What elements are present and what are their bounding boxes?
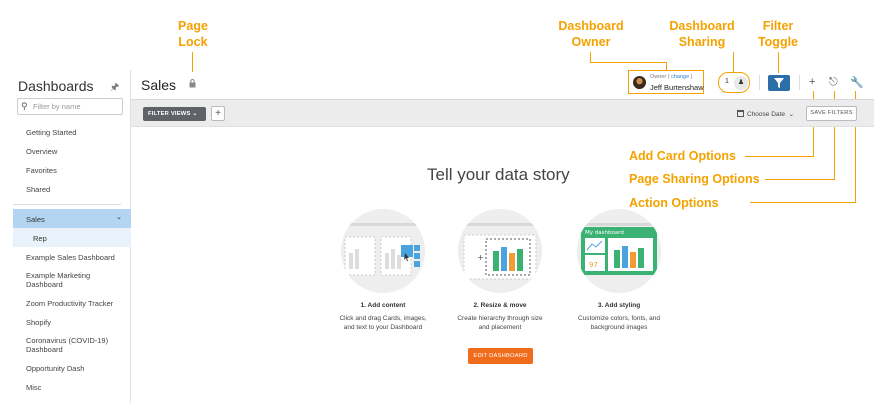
calendar-icon: [737, 110, 744, 117]
pin-icon[interactable]: 🖈: [110, 80, 119, 97]
callout-page-lock: Page Lock: [178, 19, 208, 49]
step-title: 2. Resize & move: [473, 302, 527, 309]
save-filters-button[interactable]: SAVE FILTERS: [806, 106, 857, 121]
empty-state-headline: Tell your data story: [427, 165, 570, 184]
sidebar-item-label: Sales: [26, 215, 45, 224]
styling-card-title: My dashboard: [585, 230, 624, 236]
sidebar-item-favorites[interactable]: Favorites: [26, 166, 57, 175]
callout-add-card-line-h: [745, 156, 814, 157]
callout-action-options: Action Options: [629, 196, 719, 210]
sidebar-item-rep[interactable]: Rep: [13, 228, 131, 247]
sidebar-item-shopify[interactable]: Shopify: [26, 318, 51, 327]
step-description: Create hierarchy through size and placem…: [457, 315, 543, 331]
filter-bar: FILTER VIEWS ⌄ + Choose Date ⌄ SAVE FILT…: [131, 99, 874, 127]
choose-date-button[interactable]: Choose Date ⌄: [737, 110, 794, 118]
chevron-down-icon[interactable]: ⌄: [116, 213, 122, 221]
sidebar-item-label: Rep: [33, 234, 47, 243]
step-title: 3. Add styling: [597, 302, 641, 309]
dashboard-sharing[interactable]: 1 ♟: [718, 72, 750, 93]
callout-dashboard-sharing: Dashboard Sharing: [669, 19, 735, 49]
share-page-icon[interactable]: ⎋: [829, 76, 838, 89]
step-title: 1. Add content: [360, 302, 406, 309]
lock-icon[interactable]: [189, 79, 196, 88]
sidebar-title: Dashboards: [18, 78, 94, 94]
add-content-illustration: [341, 209, 425, 293]
sidebar-item-sales[interactable]: Sales ⌄: [13, 209, 131, 228]
callout-page-sharing-options: Page Sharing Options: [629, 172, 760, 186]
callout-page-lock-line: [192, 52, 193, 72]
add-card-icon[interactable]: +: [809, 76, 815, 88]
callout-action-line-h: [750, 202, 855, 203]
change-owner-link[interactable]: change: [671, 74, 689, 80]
callout-filter-toggle: Filter Toggle: [757, 19, 799, 49]
callout-filter-line: [778, 52, 779, 73]
header-divider: [799, 75, 800, 90]
sidebar-item-example-marketing[interactable]: Example Marketing Dashboard: [26, 271, 90, 289]
sidebar-item-opportunity-dash[interactable]: Opportunity Dash: [26, 364, 84, 373]
search-icon: ⚲: [21, 101, 28, 111]
filter-icon: [774, 78, 784, 88]
step-description: Customize colors, fonts, and background …: [577, 315, 660, 331]
header-divider: [759, 75, 760, 90]
owner-label: Owner ( change ): [650, 74, 693, 80]
add-filter-button[interactable]: +: [211, 106, 225, 121]
share-count: 1: [725, 78, 729, 85]
edit-dashboard-button[interactable]: EDIT DASHBOARD: [468, 348, 533, 364]
sidebar-item-zoom-productivity[interactable]: Zoom Productivity Tracker: [26, 299, 113, 308]
sidebar: Dashboards 🖈 ⚲ Filter by name Getting St…: [0, 70, 131, 403]
callout-dashboard-owner: Dashboard Owner: [558, 19, 624, 49]
callout-page-sharing-line-h: [765, 179, 834, 180]
callout-owner-line-c: [666, 62, 667, 70]
callout-add-card-options: Add Card Options: [629, 149, 736, 163]
dashboard-owner[interactable]: Owner ( change ) Jeff Burtenshaw: [628, 70, 704, 94]
sidebar-item-coronavirus[interactable]: Coronavirus (COVID-19) Dashboard: [26, 336, 108, 354]
sidebar-item-overview[interactable]: Overview: [26, 147, 57, 156]
sidebar-item-shared[interactable]: Shared: [26, 185, 50, 194]
sidebar-search-input[interactable]: ⚲ Filter by name: [17, 98, 123, 115]
owner-name: Jeff Burtenshaw: [650, 83, 704, 92]
filter-views-button[interactable]: FILTER VIEWS ⌄: [143, 107, 206, 121]
styling-card-number: 97: [589, 261, 598, 269]
sidebar-item-example-sales[interactable]: Example Sales Dashboard: [26, 253, 115, 262]
step-description: Click and drag Cards, images, and text t…: [339, 315, 427, 331]
add-styling-illustration: My dashboard 97: [577, 209, 661, 293]
sidebar-item-getting-started[interactable]: Getting Started: [26, 128, 76, 137]
filter-toggle-button[interactable]: [768, 75, 790, 91]
search-placeholder: Filter by name: [33, 102, 81, 111]
add-user-icon[interactable]: ♟: [734, 76, 748, 90]
callout-owner-line-a: [590, 52, 591, 62]
wrench-icon[interactable]: 🔧: [850, 76, 864, 89]
page-title: Sales: [141, 77, 177, 93]
callout-owner-line-b: [590, 62, 667, 63]
callout-sharing-line: [733, 52, 734, 72]
svg-text:+: +: [477, 253, 484, 262]
avatar: [633, 76, 646, 89]
sidebar-divider: [13, 204, 121, 205]
resize-move-illustration: +: [458, 209, 542, 293]
sidebar-item-misc[interactable]: Misc: [26, 383, 41, 392]
